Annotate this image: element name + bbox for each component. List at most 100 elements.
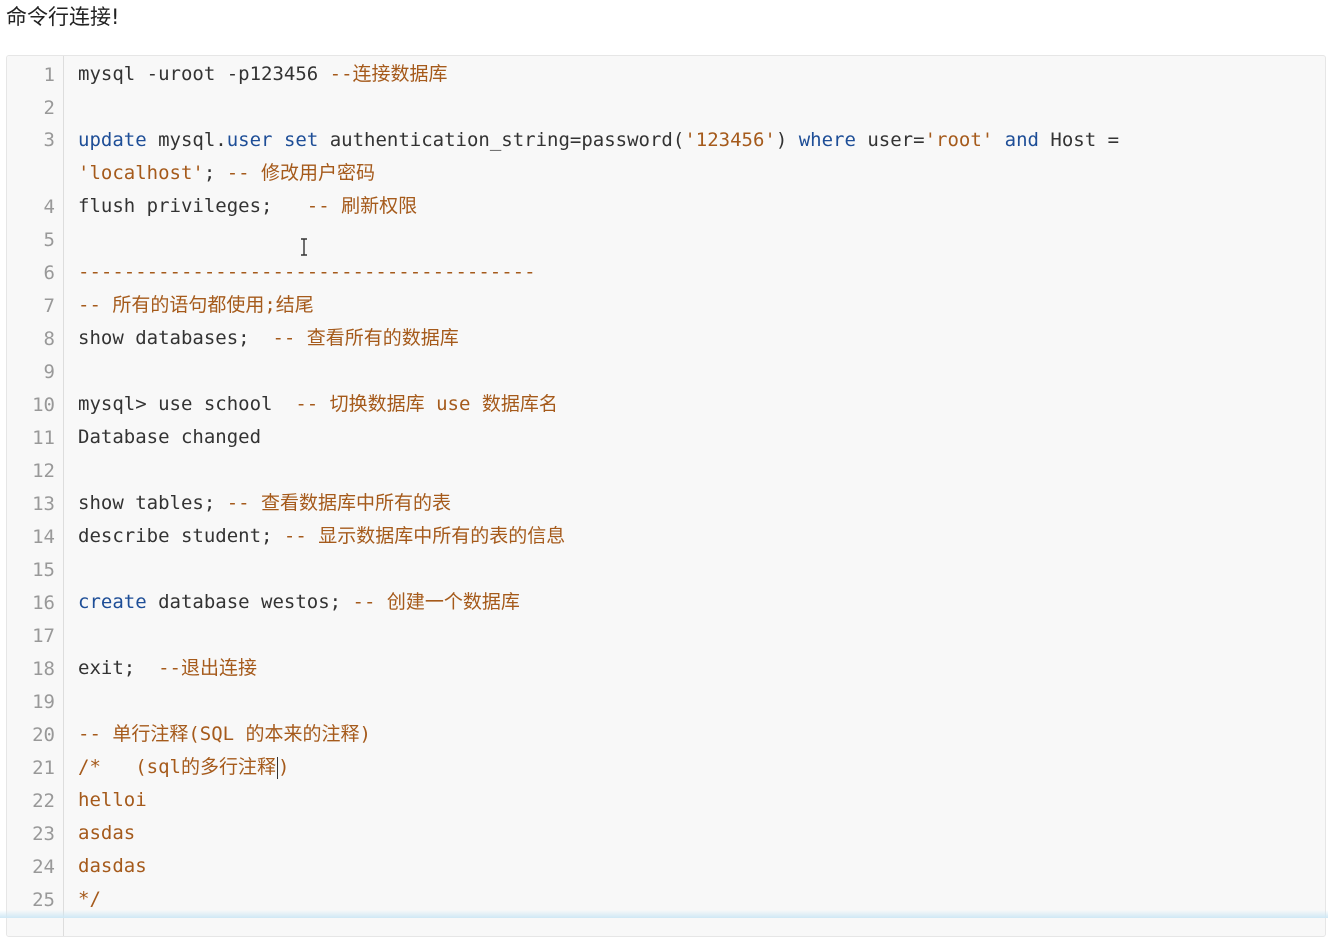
line-number: 3 bbox=[43, 129, 55, 151]
code-text[interactable]: show tables; -- 查看数据库中所有的表 bbox=[63, 487, 451, 520]
code-line[interactable]: 16 create database westos; -- 创建一个数据库 bbox=[7, 586, 1325, 619]
line-number: 14 bbox=[32, 525, 55, 548]
code-line[interactable]: 7 -- 所有的语句都使用;结尾 bbox=[7, 289, 1325, 322]
code-token: create bbox=[78, 591, 147, 613]
code-line[interactable]: 13 show tables; -- 查看数据库中所有的表 bbox=[7, 487, 1325, 520]
code-token: /* (sql的多行注释 bbox=[78, 756, 276, 778]
code-line[interactable]: 23 asdas bbox=[7, 817, 1325, 850]
code-token: ---------------------------------------- bbox=[78, 261, 536, 283]
line-number: 17 bbox=[32, 624, 55, 647]
code-token: ) bbox=[277, 756, 290, 778]
line-number: 11 bbox=[32, 426, 55, 449]
code-line[interactable]: 2 bbox=[7, 91, 1325, 124]
code-token: -- 显示数据库中所有的表的信息 bbox=[283, 525, 566, 547]
code-text[interactable]: exit; --退出连接 bbox=[63, 652, 257, 685]
code-text[interactable]: mysql -uroot -p123456 --连接数据库 bbox=[63, 58, 448, 91]
code-text[interactable]: ---------------------------------------- bbox=[63, 256, 536, 289]
code-line[interactable]: 15 bbox=[7, 553, 1325, 586]
code-text[interactable]: update mysql.user set authentication_str… bbox=[63, 124, 1119, 190]
line-number: 7 bbox=[43, 294, 55, 317]
code-line[interactable]: 8 show databases; -- 查看所有的数据库 bbox=[7, 322, 1325, 355]
line-number: 6 bbox=[43, 261, 55, 284]
code-token: Host = bbox=[1038, 129, 1120, 151]
line-number: 10 bbox=[32, 393, 55, 416]
code-text[interactable]: show databases; -- 查看所有的数据库 bbox=[63, 322, 459, 355]
code-line[interactable]: 14 describe student; -- 显示数据库中所有的表的信息 bbox=[7, 520, 1325, 553]
code-token: '123456' bbox=[684, 129, 776, 151]
code-token: 'localhost' bbox=[78, 162, 204, 184]
line-number: 9 bbox=[43, 360, 55, 383]
line-number: 20 bbox=[32, 723, 55, 746]
code-text[interactable]: -- 所有的语句都使用;结尾 bbox=[63, 289, 314, 322]
code-token: and bbox=[1004, 129, 1039, 151]
code-token: -- 刷新权限 bbox=[306, 195, 418, 217]
code-line[interactable]: 4 flush privileges; -- 刷新权限 bbox=[7, 190, 1325, 223]
line-number: 13 bbox=[32, 492, 55, 515]
code-token: Database changed bbox=[78, 426, 262, 448]
code-line[interactable]: 18 exit; --退出连接 bbox=[7, 652, 1325, 685]
code-text[interactable]: describe student; -- 显示数据库中所有的表的信息 bbox=[63, 520, 565, 553]
code-line[interactable]: 12 bbox=[7, 454, 1325, 487]
section-heading: 命令行连接! bbox=[6, 5, 120, 29]
code-text[interactable]: dasdas bbox=[63, 850, 147, 883]
bottom-decoration bbox=[0, 910, 1328, 918]
code-line[interactable]: 21 /* (sql的多行注释) bbox=[7, 751, 1325, 784]
code-token: asdas bbox=[78, 822, 136, 844]
code-line[interactable]: 24 dasdas bbox=[7, 850, 1325, 883]
code-text[interactable]: mysql> use school -- 切换数据库 use 数据库名 bbox=[63, 388, 558, 421]
line-number: 22 bbox=[32, 789, 55, 812]
code-line[interactable]: 10 mysql> use school -- 切换数据库 use 数据库名 bbox=[7, 388, 1325, 421]
code-token: exit; bbox=[78, 657, 159, 679]
code-text[interactable]: flush privileges; -- 刷新权限 bbox=[63, 190, 417, 223]
text-cursor-icon bbox=[301, 238, 307, 256]
code-line[interactable]: 22 helloi bbox=[7, 784, 1325, 817]
code-token: -- 创建一个数据库 bbox=[352, 591, 520, 613]
code-line[interactable]: 17 bbox=[7, 619, 1325, 652]
code-token: set bbox=[283, 129, 319, 151]
code-line[interactable]: 20 -- 单行注释(SQL 的本来的注释) bbox=[7, 718, 1325, 751]
code-text[interactable]: -- 单行注释(SQL 的本来的注释) bbox=[63, 718, 371, 751]
code-text[interactable]: asdas bbox=[63, 817, 135, 850]
code-token: mysql -uroot -p123456 bbox=[78, 63, 330, 85]
code-token: authentication_string=password( bbox=[318, 129, 685, 151]
code-token: -- 查看所有的数据库 bbox=[272, 327, 459, 349]
code-token: -- 单行注释(SQL 的本来的注释) bbox=[78, 723, 371, 745]
code-token: mysql> use school bbox=[78, 393, 296, 415]
code-text[interactable]: helloi bbox=[63, 784, 147, 817]
line-number: 1 bbox=[43, 63, 55, 86]
code-line[interactable]: 1 mysql -uroot -p123456 --连接数据库 bbox=[7, 58, 1325, 91]
line-number: 16 bbox=[32, 591, 55, 614]
code-block[interactable]: 1 mysql -uroot -p123456 --连接数据库 2 3 update m… bbox=[6, 55, 1326, 937]
code-token: flush privileges; bbox=[78, 195, 307, 217]
code-token: show databases; bbox=[78, 327, 273, 349]
line-number: 2 bbox=[43, 96, 55, 119]
line-number: 5 bbox=[43, 228, 55, 251]
line-number: 24 bbox=[32, 855, 55, 878]
line-number: 19 bbox=[32, 690, 55, 713]
code-text[interactable]: /* (sql的多行注释) bbox=[63, 751, 289, 784]
code-token: show tables; bbox=[78, 492, 227, 514]
line-number: 8 bbox=[43, 327, 55, 350]
code-token: ) bbox=[775, 129, 799, 151]
code-line[interactable]: 19 bbox=[7, 685, 1325, 718]
line-number: 23 bbox=[32, 822, 55, 845]
code-token: where bbox=[798, 129, 856, 151]
code-lines: 1 mysql -uroot -p123456 --连接数据库 2 3 update m… bbox=[7, 58, 1325, 916]
line-number: 12 bbox=[32, 459, 55, 482]
code-token: user= bbox=[855, 129, 925, 151]
code-token: user bbox=[226, 129, 273, 151]
code-line[interactable]: 9 bbox=[7, 355, 1325, 388]
code-token: describe student; bbox=[78, 525, 284, 547]
code-text[interactable]: Database changed bbox=[63, 421, 261, 454]
code-line[interactable]: 5 bbox=[7, 223, 1325, 256]
code-token: -- 切换数据库 bbox=[295, 393, 437, 415]
code-token: -- 所有的语句都使用;结尾 bbox=[78, 294, 314, 316]
code-token: */ bbox=[78, 888, 101, 910]
line-number: 21 bbox=[32, 756, 55, 779]
code-token: database westos; bbox=[146, 591, 353, 613]
code-text[interactable]: create database westos; -- 创建一个数据库 bbox=[63, 586, 520, 619]
code-line[interactable]: 3 update mysql.user set authentication_st… bbox=[7, 124, 1325, 190]
line-number: 4 bbox=[43, 195, 55, 218]
code-line[interactable]: 6 ---------------------------------------… bbox=[7, 256, 1325, 289]
code-line[interactable]: 11 Database changed bbox=[7, 421, 1325, 454]
